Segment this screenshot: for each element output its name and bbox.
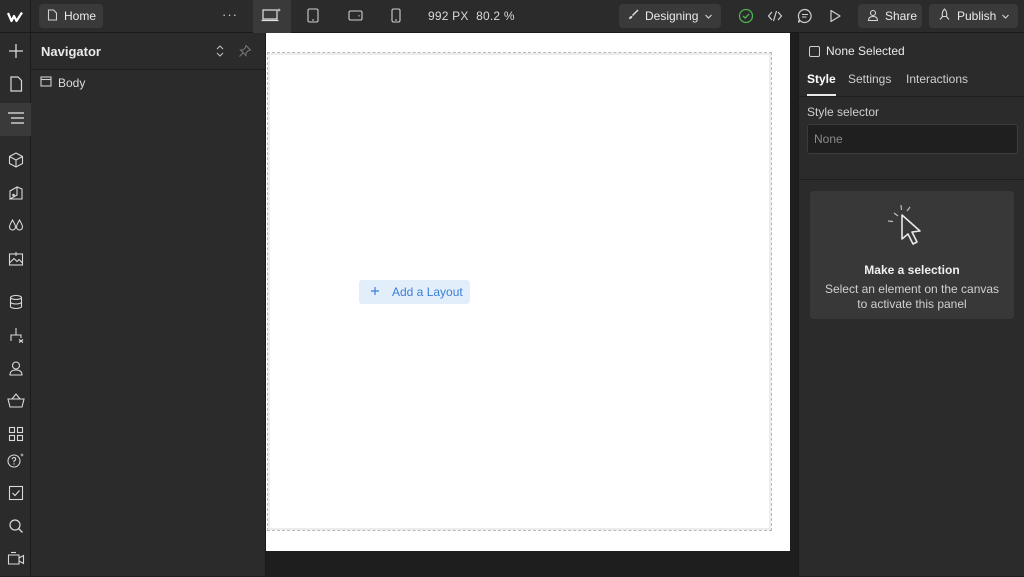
code-icon[interactable] (765, 6, 785, 26)
left-toolbar (0, 33, 31, 576)
chevron-down-icon (1001, 10, 1010, 24)
paint-icon (8, 185, 24, 204)
search-button[interactable] (0, 511, 31, 544)
style-selectors-button[interactable] (0, 178, 31, 211)
tab-settings[interactable]: Settings (848, 72, 891, 96)
panel-tabs: Style Settings Interactions (799, 69, 1024, 97)
logic-button[interactable] (0, 320, 31, 353)
page-icon (47, 8, 58, 24)
image-icon (8, 251, 24, 270)
preview-play-icon[interactable] (825, 6, 845, 26)
page-frame[interactable]: Add a Layout (266, 33, 790, 551)
tree-item-label: Body (58, 76, 86, 90)
cursor-click-icon (884, 201, 940, 260)
user-icon (8, 360, 24, 379)
database-icon (8, 294, 24, 313)
breakpoint-desktop-button[interactable] (253, 0, 291, 33)
plus-icon (370, 285, 380, 299)
comment-icon[interactable] (795, 6, 815, 26)
help-sparkle-icon (6, 452, 25, 471)
users-button[interactable] (0, 353, 31, 386)
droplets-icon (8, 218, 24, 237)
style-selector-input[interactable]: None (807, 124, 1018, 154)
apps-icon (8, 426, 24, 445)
search-icon (8, 518, 24, 537)
selection-indicator: None Selected (809, 44, 905, 58)
checkbox-icon (8, 485, 24, 504)
navigator-icon (7, 111, 25, 128)
mobile-landscape-icon (347, 9, 363, 24)
video-tutorials-button[interactable] (0, 544, 31, 577)
share-button[interactable]: Share (858, 4, 922, 28)
expand-collapse-icon[interactable] (213, 44, 227, 61)
publish-label: Publish (957, 9, 997, 23)
breakpoint-tablet-button[interactable] (294, 0, 332, 33)
tree-item-body[interactable]: Body (31, 71, 265, 95)
breakpoint-landscape-button[interactable] (336, 0, 374, 33)
flow-icon (8, 327, 24, 346)
tasks-button[interactable] (0, 478, 31, 511)
desktop-star-icon (261, 7, 283, 26)
mode-label: Designing (645, 9, 699, 23)
canvas-zoom: 80.2 % (476, 9, 515, 23)
assets-button[interactable] (0, 244, 31, 277)
share-label: Share (885, 9, 918, 23)
navigator-title: Navigator (41, 43, 101, 59)
style-panel: None Selected Style Settings Interaction… (798, 33, 1024, 576)
variables-button[interactable] (0, 211, 31, 244)
body-element-outline[interactable] (267, 52, 772, 531)
empty-selection-card: Make a selection Select an element on th… (810, 191, 1014, 319)
cms-button[interactable] (0, 287, 31, 320)
selection-label: None Selected (826, 44, 905, 58)
video-icon (7, 551, 25, 570)
publish-button[interactable]: Publish (929, 4, 1018, 28)
basket-icon (6, 393, 25, 412)
pages-button[interactable] (0, 69, 31, 102)
tab-interactions[interactable]: Interactions (906, 72, 968, 96)
tablet-icon (307, 7, 319, 26)
add-elements-button[interactable] (0, 36, 31, 69)
plus-icon (8, 43, 24, 62)
top-toolbar: Home ··· 992 PX 80.2 % Designing Share P… (0, 0, 1024, 33)
navigator-header: Navigator (31, 33, 265, 70)
page-icon (9, 76, 23, 95)
pin-icon[interactable] (238, 44, 252, 61)
canvas-size-readout: 992 PX 80.2 % (428, 9, 515, 23)
navigator-panel: Navigator Body (31, 33, 266, 576)
canvas-width: 992 PX (428, 9, 469, 23)
brush-icon (628, 9, 639, 23)
empty-state-title: Make a selection (864, 263, 960, 277)
navigator-button[interactable] (0, 103, 31, 136)
ecommerce-button[interactable] (0, 386, 31, 419)
audit-check-icon[interactable] (736, 6, 756, 26)
design-canvas[interactable]: Add a Layout (266, 33, 798, 576)
cube-icon (8, 152, 24, 171)
page-selector-button[interactable]: Home (39, 4, 103, 28)
page-selector-label: Home (64, 9, 97, 23)
chevron-down-icon (704, 10, 713, 24)
style-selector-label: Style selector (807, 105, 880, 119)
add-layout-label: Add a Layout (392, 285, 463, 299)
rocket-icon (938, 8, 951, 24)
checkbox-icon (809, 45, 820, 57)
help-ai-button[interactable] (0, 445, 31, 478)
more-options-button[interactable]: ··· (219, 5, 241, 27)
empty-state-description: Select an element on the canvas to activ… (824, 282, 1000, 311)
mode-dropdown-button[interactable]: Designing (619, 4, 721, 28)
components-button[interactable] (0, 145, 31, 178)
user-icon (867, 9, 879, 24)
body-icon (40, 76, 52, 90)
mobile-portrait-icon (391, 7, 401, 26)
add-layout-button[interactable]: Add a Layout (359, 280, 470, 304)
tab-style[interactable]: Style (807, 72, 836, 96)
webflow-logo-icon[interactable] (0, 0, 31, 33)
breakpoint-portrait-button[interactable] (377, 0, 415, 33)
divider (799, 179, 1024, 180)
